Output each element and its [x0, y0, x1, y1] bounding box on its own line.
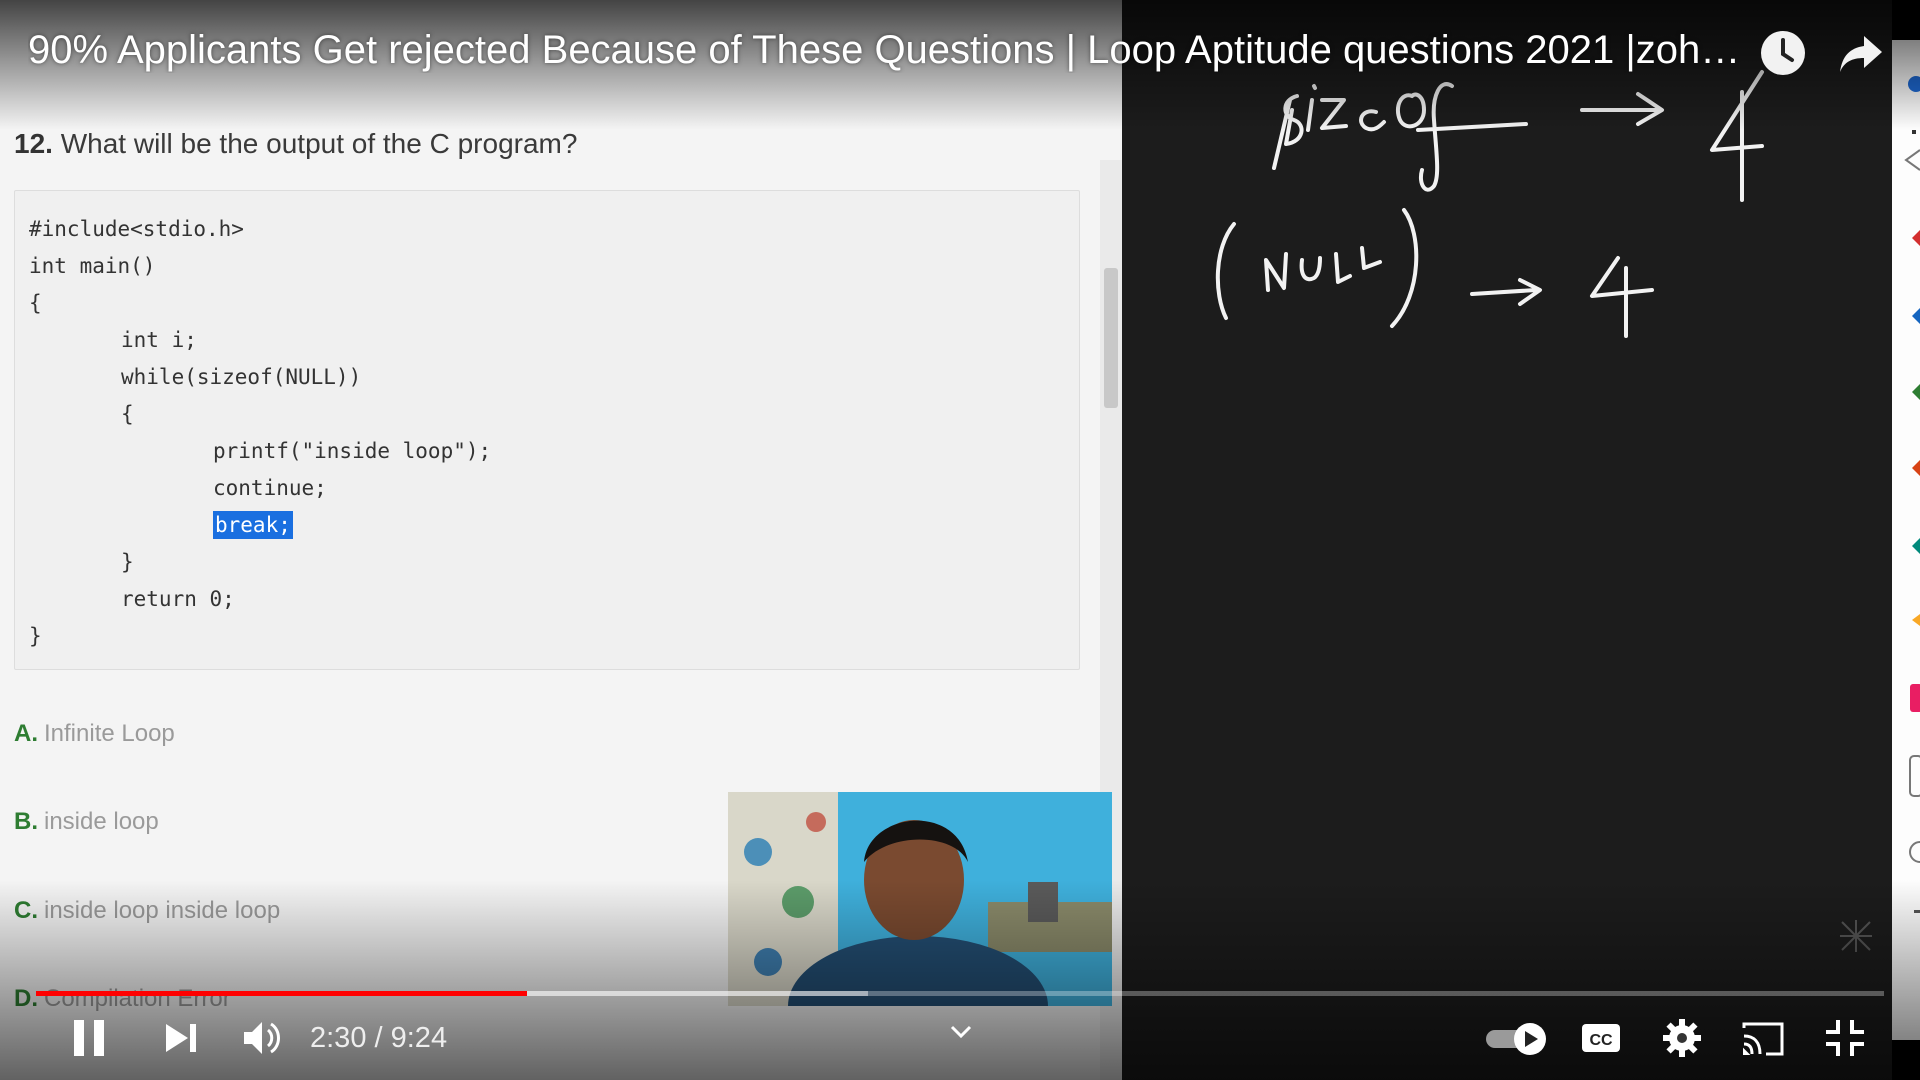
code-line: } [121, 550, 134, 574]
code-line: { [29, 291, 42, 315]
autoplay-toggle-icon [1486, 1023, 1546, 1055]
option-b: B. inside loop [14, 808, 159, 836]
volume-button[interactable] [240, 1016, 284, 1060]
cc-icon: CC [1582, 1024, 1620, 1052]
drawing-tool-strip [1892, 40, 1920, 1040]
share-icon [1840, 36, 1882, 72]
svg-text:CC: CC [1589, 1032, 1613, 1049]
time-display: 2:30 / 9:24 [310, 1022, 447, 1055]
code-block: #include<stdio.h> int main() { int i; wh… [14, 190, 1080, 670]
cast-icon [1742, 1022, 1784, 1056]
exit-fullscreen-icon [1826, 1020, 1864, 1056]
option-a: A. Infinite Loop [14, 720, 175, 748]
code-line: int main() [29, 254, 156, 278]
share-button[interactable] [1838, 30, 1884, 76]
code-line: int i; [121, 328, 197, 352]
handwriting [1215, 70, 1764, 338]
option-text: Compilation Error [44, 985, 231, 1012]
exit-fullscreen-button[interactable] [1824, 1016, 1866, 1060]
current-time: 2:30 [310, 1022, 367, 1054]
option-text: inside loop [44, 808, 159, 835]
cast-button[interactable] [1740, 1016, 1786, 1060]
code-line: printf("inside loop"); [213, 439, 492, 463]
option-d: D. Compilation Error [14, 985, 231, 1013]
autoplay-toggle[interactable] [1484, 1016, 1550, 1060]
code-line: return 0; [121, 587, 235, 611]
video-frame[interactable]: 12. What will be the output of the C pro… [0, 0, 1920, 1080]
code-line: while(sizeof(NULL)) [121, 365, 362, 389]
option-letter: B. [14, 808, 38, 835]
video-title[interactable]: 90% Applicants Get rejected Because of T… [28, 28, 1748, 73]
code-line: continue; [213, 476, 327, 500]
highlighted-code-selection: break; [213, 511, 293, 539]
gear-icon [1663, 1019, 1701, 1057]
settings-button[interactable] [1660, 1016, 1704, 1060]
question-number: 12. [14, 128, 53, 159]
pause-icon [74, 1020, 104, 1056]
pause-button[interactable] [70, 1016, 110, 1060]
progress-played [36, 991, 527, 996]
option-letter: C. [14, 897, 38, 924]
code-line: } [29, 624, 42, 648]
watch-later-button[interactable] [1760, 30, 1806, 76]
drawing-tools [1904, 76, 1920, 913]
code-line: { [121, 402, 134, 426]
option-text: inside loop inside loop [44, 897, 281, 924]
board-watermark-icon [1840, 920, 1872, 952]
page-scrollbar-thumb [1104, 268, 1118, 408]
option-letter: A. [14, 720, 38, 747]
total-time: 9:24 [390, 1022, 448, 1054]
next-button[interactable] [162, 1016, 202, 1060]
webcam-overlay [728, 792, 1112, 1006]
code-line: #include<stdio.h> [29, 217, 244, 241]
time-separator: / [366, 1022, 391, 1054]
volume-icon [244, 1022, 280, 1054]
question-title: 12. What will be the output of the C pro… [14, 128, 577, 160]
presenter-image [728, 792, 1112, 1006]
question-text: What will be the output of the C program… [60, 128, 578, 159]
option-letter: D. [14, 985, 38, 1012]
captions-button[interactable]: CC [1580, 1016, 1622, 1060]
blackboard [1122, 0, 1892, 1080]
clock-icon [1761, 31, 1805, 75]
chapters-toggle[interactable] [948, 1022, 974, 1066]
option-c: C. inside loop inside loop [14, 897, 280, 925]
chevron-down-icon [950, 1025, 972, 1039]
next-icon [166, 1024, 196, 1052]
option-text: Infinite Loop [44, 720, 175, 747]
